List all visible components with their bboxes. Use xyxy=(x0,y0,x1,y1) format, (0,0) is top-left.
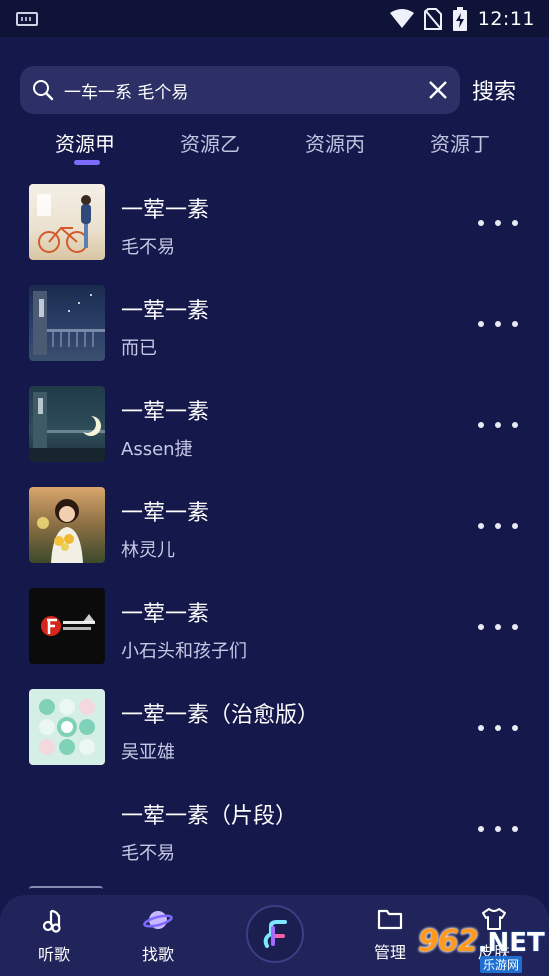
clear-icon[interactable] xyxy=(428,80,448,100)
album-cover xyxy=(29,487,105,563)
tab-source-c[interactable]: 资源丙 xyxy=(305,128,365,157)
nav-listen-label: 听歌 xyxy=(37,945,70,964)
nav-listen[interactable]: 听歌 xyxy=(24,907,84,965)
song-title: 一荤一素 xyxy=(121,400,210,425)
watermark-number: 962 xyxy=(418,924,479,959)
album-cover xyxy=(29,588,105,664)
song-item[interactable]: 一荤一素（治愈版） 吴亚雄 xyxy=(0,677,549,778)
song-item[interactable]: 一荤一素 而已 xyxy=(0,273,549,374)
song-title: 一荤一素（治愈版） xyxy=(121,703,320,728)
song-title: 一荤一素 xyxy=(121,299,210,324)
song-artist: 小石头和孩子们 xyxy=(121,641,247,662)
song-artist: Assen捷 xyxy=(121,439,193,460)
search-icon xyxy=(33,80,54,101)
nav-manage-label: 管理 xyxy=(373,943,406,962)
song-artist: 毛不易 xyxy=(121,843,175,864)
song-artist: 林灵儿 xyxy=(121,540,175,561)
clock: 12:11 xyxy=(477,7,535,30)
more-options-icon[interactable] xyxy=(478,218,518,228)
search-row: 搜索 xyxy=(20,66,530,114)
now-playing-button[interactable] xyxy=(246,905,304,963)
more-options-icon[interactable] xyxy=(478,521,518,531)
search-button[interactable]: 搜索 xyxy=(472,74,516,106)
song-title: 一荤一素 xyxy=(121,198,210,223)
more-options-icon[interactable] xyxy=(478,723,518,733)
song-artist: 而已 xyxy=(121,338,157,359)
song-item[interactable]: 一荤一素 Assen捷 xyxy=(0,374,549,475)
no-sim-icon xyxy=(423,7,442,30)
tab-source-b[interactable]: 资源乙 xyxy=(180,128,240,157)
source-tabs: 资源甲 资源乙 资源丙 资源丁 xyxy=(0,122,549,168)
tab-source-d[interactable]: 资源丁 xyxy=(430,128,490,157)
song-item[interactable]: 一荤一素 毛不易 xyxy=(0,172,549,273)
album-cover xyxy=(29,689,105,765)
watermark-sub: 乐游网 xyxy=(480,956,523,973)
song-title: 一荤一素 xyxy=(121,602,210,627)
album-cover xyxy=(29,386,105,462)
search-input[interactable] xyxy=(64,80,428,100)
song-artist: 吴亚雄 xyxy=(121,742,175,763)
planet-icon xyxy=(143,911,173,929)
folder-icon xyxy=(377,909,403,930)
song-item[interactable]: 一荤一素 林灵儿 xyxy=(0,475,549,576)
nav-find-label: 找歌 xyxy=(141,945,174,964)
more-options-icon[interactable] xyxy=(478,824,518,834)
keyboard-icon xyxy=(16,11,38,26)
tab-source-a[interactable]: 资源甲 xyxy=(55,128,115,157)
album-cover xyxy=(29,285,105,361)
song-title: 一荤一素（片段） xyxy=(121,804,298,829)
active-tab-indicator xyxy=(74,160,100,165)
app-logo-icon xyxy=(263,920,287,948)
more-options-icon[interactable] xyxy=(478,420,518,430)
nav-manage[interactable]: 管理 xyxy=(360,907,420,963)
status-bar: 12:11 xyxy=(0,0,549,37)
search-box xyxy=(20,66,460,114)
album-cover xyxy=(29,184,105,260)
more-options-icon[interactable] xyxy=(478,622,518,632)
song-title: 一荤一素 xyxy=(121,501,210,526)
battery-charging-icon xyxy=(452,6,467,31)
nav-find[interactable]: 找歌 xyxy=(128,907,188,965)
more-options-icon[interactable] xyxy=(478,319,518,329)
song-artist: 毛不易 xyxy=(121,237,175,258)
song-list: 一荤一素 毛不易 一荤一素 而已 一荤一素 Assen捷 一荤一素 林灵儿 一荤… xyxy=(0,172,549,879)
watermark-net: .NET xyxy=(477,928,545,958)
song-item[interactable]: 一荤一素（片段） 毛不易 xyxy=(0,778,549,879)
song-item[interactable]: 一荤一素 小石头和孩子们 xyxy=(0,576,549,677)
music-note-icon xyxy=(42,909,61,933)
wifi-icon xyxy=(389,8,414,28)
site-watermark: 962.NET 乐游网 xyxy=(418,924,545,973)
